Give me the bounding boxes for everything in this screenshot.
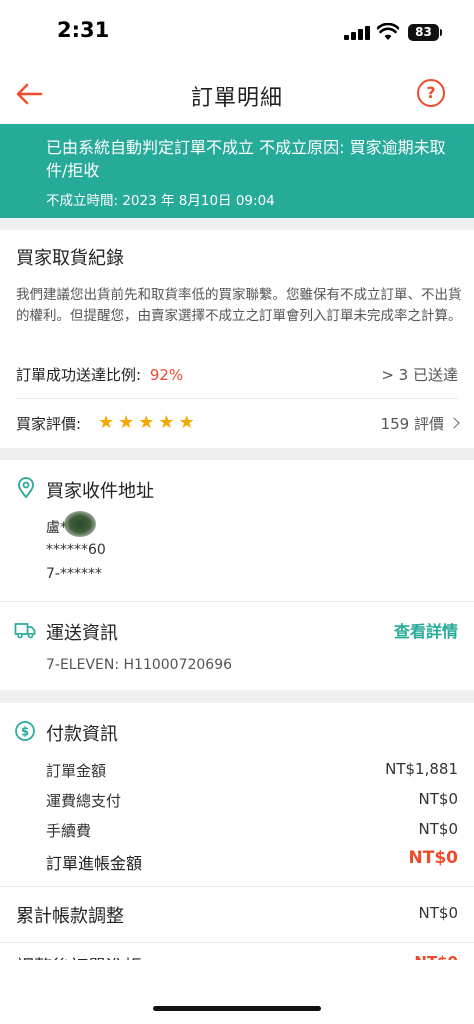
recipient-address: 7-******	[46, 566, 102, 582]
shipping-fee-label: 運費總支付	[46, 792, 122, 810]
navigation-bar: 訂單明細 ?	[0, 64, 474, 124]
order-income-label: 訂單進帳金額	[46, 854, 143, 873]
buyer-record-description: 我們建議您出貨前先和取貨率低的買家聯繫。您雖保有不成立訂單、不出貨的權利。但提醒…	[16, 287, 462, 324]
star-icon: ★	[158, 412, 175, 433]
service-fee-label: 手續費	[46, 822, 92, 840]
divider	[0, 942, 474, 943]
buyer-record-title: 買家取貨紀錄	[16, 248, 124, 269]
battery-tip	[440, 29, 442, 36]
divider	[0, 886, 474, 887]
star-icon: ★	[138, 412, 155, 433]
status-bar: 2:31 83	[0, 0, 474, 64]
banner-message: 已由系統自動判定訂單不成立 不成立原因: 買家逾期未取件/拒收	[46, 138, 446, 180]
divider	[0, 601, 474, 602]
star-icon: ★	[98, 412, 115, 433]
banner-time: 不成立時間: 2023 年 8月10日 09:04	[46, 193, 275, 209]
star-icon: ★	[178, 412, 195, 433]
battery-icon: 83	[408, 24, 439, 41]
shipping-title: 運送資訊	[46, 623, 118, 644]
view-details-link[interactable]: 查看詳情	[394, 618, 458, 642]
redaction-blur	[64, 511, 96, 537]
svg-text:$: $	[21, 725, 29, 739]
rating-label: 買家評價:	[16, 415, 82, 433]
rating-count: 159 評價	[380, 415, 444, 433]
delivery-rate-value: 92%	[149, 366, 184, 384]
order-status-banner: 已由系統自動判定訂單不成立 不成立原因: 買家逾期未取件/拒收 不成立時間: 2…	[0, 124, 474, 218]
delivery-rate-label-text: 訂單成功送達比例:	[16, 366, 142, 384]
star-icon: ★	[118, 412, 135, 433]
delivery-rate-label: 訂單成功送達比例: 92%	[16, 364, 183, 385]
status-time: 2:31	[57, 18, 110, 42]
help-icon[interactable]: ?	[417, 79, 445, 107]
cellular-signal-icon	[344, 26, 370, 40]
recipient-phone: ******60	[46, 542, 106, 558]
address-title: 買家收件地址	[46, 481, 154, 502]
wifi-icon	[377, 23, 399, 40]
page-title: 訂單明細	[190, 86, 283, 111]
payment-title: 付款資訊	[46, 724, 118, 745]
adjustment-label: 累計帳款調整	[16, 906, 124, 927]
rating-stars: ★ ★ ★ ★ ★	[98, 413, 195, 433]
divider	[16, 398, 458, 399]
shipping-fee-value: NT$0	[418, 790, 458, 808]
tracking-number: 7-ELEVEN: H11000720696	[46, 657, 233, 673]
order-amount-value: NT$1,881	[385, 760, 458, 778]
bottom-safe-area	[0, 960, 474, 1024]
service-fee-value: NT$0	[418, 820, 458, 838]
home-indicator[interactable]	[153, 1006, 321, 1011]
delivery-truck-icon	[14, 623, 36, 639]
adjustment-value: NT$0	[418, 904, 458, 922]
order-income-value: NT$0	[408, 848, 458, 868]
delivered-count: > 3 已送達	[381, 366, 458, 384]
chevron-right-icon	[448, 417, 460, 429]
rating-count-link[interactable]: 159 評價	[380, 413, 460, 434]
dollar-circle-icon: $	[15, 721, 35, 741]
order-amount-label: 訂單金額	[46, 762, 107, 780]
location-pin-icon	[18, 477, 34, 499]
